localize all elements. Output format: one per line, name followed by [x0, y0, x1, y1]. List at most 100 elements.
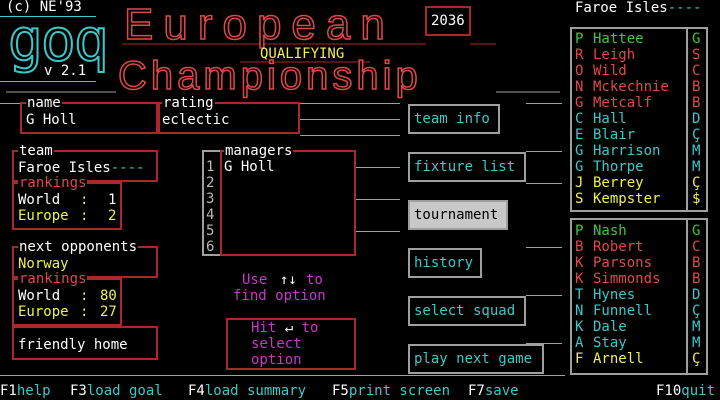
player-name[interactable]: Blair: [593, 127, 635, 143]
player-position: K: [575, 255, 584, 271]
player-name[interactable]: Thorpe: [593, 159, 644, 175]
menu-label: tournament: [414, 207, 499, 223]
hint-use-to: to: [306, 272, 323, 288]
player-name[interactable]: Hall: [593, 111, 627, 127]
managers-caption: managers: [224, 143, 294, 159]
player-role-code: B: [692, 79, 701, 95]
manager-slot-number: 3: [206, 191, 215, 207]
player-position: K: [575, 319, 584, 335]
player-position: T: [575, 287, 584, 303]
player-position: C: [575, 111, 584, 127]
player-name[interactable]: Berrey: [593, 175, 644, 191]
player-name[interactable]: Funnell: [593, 303, 652, 319]
fkey-print-screen[interactable]: F5print screen: [332, 383, 450, 399]
player-role-code: M: [692, 143, 701, 159]
menu-label: history: [414, 255, 474, 271]
manager-slot-number: 6: [206, 239, 215, 255]
opp-europe-label: Europe: [18, 304, 69, 320]
rating-caption: rating: [162, 95, 215, 111]
select-hint-box: Hit ↵ to select option: [226, 318, 356, 370]
menu-label: select squad: [414, 303, 516, 319]
fkey-quit[interactable]: F10quit: [656, 383, 715, 399]
menu-history[interactable]: history: [408, 248, 482, 278]
menu-tournament[interactable]: tournament: [408, 200, 508, 230]
player-role-code: M: [692, 159, 701, 175]
hint-use: Use: [242, 272, 268, 288]
player-name[interactable]: Robert: [593, 239, 644, 255]
player-position: E: [575, 127, 584, 143]
player-position: G: [575, 143, 584, 159]
player-role-code: Ç: [692, 175, 701, 191]
rating-panel: rating eclectic: [156, 96, 300, 134]
player-position: B: [575, 239, 584, 255]
menu-label: fixture list: [414, 159, 516, 175]
opponent-rankings: rankings World : 80 Europe : 27: [12, 272, 122, 326]
name-panel: name G Holl: [20, 96, 160, 134]
player-position: O: [575, 63, 584, 79]
name-caption: name: [26, 95, 62, 111]
player-role-code: B: [692, 271, 701, 287]
player-role-code: Ç: [692, 351, 701, 367]
opp-world-label: World: [18, 288, 61, 304]
player-name[interactable]: Stay: [593, 335, 627, 351]
hint-option: option: [250, 352, 303, 368]
player-role-code: Ç: [692, 303, 701, 319]
menu-fixture-list[interactable]: fixture list: [408, 152, 526, 182]
arrow-keys-icon: ↑↓: [280, 272, 297, 288]
player-role-code: M: [692, 319, 701, 335]
player-name[interactable]: Dale: [593, 319, 627, 335]
player-name[interactable]: Leigh: [593, 47, 635, 63]
menu-team-info[interactable]: team info: [408, 104, 500, 134]
opponent-name: Norway: [18, 256, 69, 272]
menu-label: play next game: [414, 351, 533, 367]
hint-select: select: [250, 336, 303, 352]
fkey-help[interactable]: F1help: [0, 383, 51, 399]
title-european: European: [123, 0, 395, 49]
player-name[interactable]: Kempster: [593, 191, 660, 207]
player-position: K: [575, 271, 584, 287]
fixture-type: friendly home: [18, 337, 128, 353]
player-role-code: D: [692, 111, 701, 127]
rating-value: eclectic: [162, 112, 230, 128]
player-position: N: [575, 303, 584, 319]
player-name[interactable]: Nash: [593, 223, 627, 239]
enter-key-icon: ↵: [284, 320, 294, 336]
menu-select-squad[interactable]: select squad: [408, 296, 526, 326]
player-name[interactable]: Wild: [593, 63, 627, 79]
fkey-load-goal[interactable]: F3load goal: [70, 383, 163, 399]
player-name[interactable]: Arnell: [593, 351, 644, 367]
player-name[interactable]: Metcalf: [593, 95, 652, 111]
team-caption: team: [18, 143, 54, 159]
player-position: S: [575, 191, 584, 207]
squad-team-name: Faroe Isles----: [575, 0, 702, 16]
hint-hit: Hit ↵ to: [250, 320, 320, 336]
player-name[interactable]: Simmonds: [593, 271, 660, 287]
menu-play-next-game[interactable]: play next game: [408, 344, 544, 374]
europe-label: Europe: [18, 208, 69, 224]
europe-rank: 2: [108, 208, 117, 224]
player-name[interactable]: Mckechnie: [593, 79, 669, 95]
fkey-save[interactable]: F7save: [468, 383, 519, 399]
hint-find-option: find option: [233, 288, 326, 304]
opp-rankings-caption: rankings: [18, 271, 88, 287]
player-name[interactable]: Hattee: [593, 31, 644, 47]
title-championship: Championship: [117, 53, 422, 99]
player-role-code: S: [692, 47, 701, 63]
player-name[interactable]: Hynes: [593, 287, 635, 303]
player-role-code: G: [692, 31, 701, 47]
player-position: R: [575, 47, 584, 63]
player-name[interactable]: Parsons: [593, 255, 652, 271]
manager-name: G Holl: [26, 112, 77, 128]
fkey-load-summary[interactable]: F4load summary: [188, 383, 306, 399]
player-role-code: M: [692, 335, 701, 351]
player-name[interactable]: Harrison: [593, 143, 660, 159]
next-opponents-caption: next opponents: [18, 239, 139, 255]
manager-slot-number: 1: [206, 159, 215, 175]
rankings-caption: rankings: [18, 175, 88, 191]
player-role-code: D: [692, 287, 701, 303]
manager-slot-number: 4: [206, 207, 215, 223]
opp-europe-rank: 27: [100, 304, 117, 320]
opp-world-rank: 80: [100, 288, 117, 304]
player-role-code: Ç: [692, 127, 701, 143]
player-role-code: B: [692, 95, 701, 111]
